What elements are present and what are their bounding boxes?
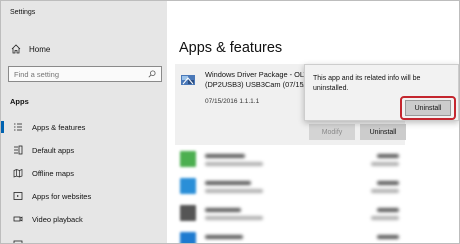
- blurred-app-name: [205, 181, 251, 185]
- sidebar-item-label: Apps for websites: [32, 191, 92, 201]
- blurred-size: [377, 208, 399, 212]
- settings-window: Settings Home Apps Apps & features Defa: [0, 0, 460, 244]
- page-title: Apps & features: [179, 40, 283, 56]
- partial-icon: [12, 240, 23, 243]
- video-icon: [12, 214, 23, 225]
- uninstall-button[interactable]: Uninstall: [360, 124, 406, 140]
- blurred-size: [377, 181, 399, 185]
- sidebar-item-video-playback[interactable]: Video playback: [1, 211, 167, 227]
- sidebar-item-default-apps[interactable]: Default apps: [1, 142, 167, 158]
- home-label: Home: [29, 44, 51, 54]
- app-tile-icon: [180, 151, 196, 167]
- blurred-app-name: [205, 235, 243, 239]
- list-item[interactable]: [175, 229, 405, 243]
- modify-button[interactable]: Modify: [309, 124, 355, 140]
- app-tile-icon: [180, 178, 196, 194]
- sidebar-item-offline-maps[interactable]: Offline maps: [1, 165, 167, 181]
- sidebar-item-label: Offline maps: [32, 168, 74, 178]
- section-heading-apps: Apps: [10, 97, 29, 106]
- sidebar-item-partial[interactable]: [1, 237, 167, 243]
- flyout-message: This app and its related info will be un…: [313, 75, 421, 92]
- app-tile-icon: [180, 205, 196, 221]
- confirm-uninstall-button[interactable]: Uninstall: [405, 100, 451, 116]
- driver-package-icon: [180, 72, 196, 88]
- app-tile-icon: [180, 232, 196, 243]
- search-input[interactable]: [14, 69, 147, 79]
- sidebar-item-label: Default apps: [32, 145, 75, 155]
- sidebar-item-label: Video playback: [32, 214, 83, 224]
- sidebar-item-apps-features[interactable]: Apps & features: [1, 119, 167, 135]
- sidebar: Settings Home Apps Apps & features Defa: [1, 1, 167, 243]
- blurred-publisher: [205, 216, 263, 220]
- home-nav-item[interactable]: Home: [10, 42, 50, 56]
- apps-list-icon: [12, 122, 23, 133]
- search-box[interactable]: [8, 66, 162, 82]
- window-title: Settings: [10, 9, 36, 16]
- main-content: Apps & features Windows Driver Package -…: [167, 1, 459, 243]
- blurred-publisher: [205, 189, 263, 193]
- app-version-date: 07/15/2016 1.1.1.1: [205, 98, 260, 105]
- web-apps-icon: [12, 191, 23, 202]
- home-icon: [10, 43, 22, 55]
- list-item[interactable]: [175, 175, 405, 199]
- default-apps-icon: [12, 145, 23, 156]
- search-icon: [147, 70, 156, 79]
- blurred-size: [377, 154, 399, 158]
- blurred-app-name: [205, 154, 245, 158]
- uninstall-confirmation-flyout: This app and its related info will be un…: [304, 64, 459, 121]
- blurred-publisher: [205, 162, 263, 166]
- highlight-outline: Uninstall: [400, 96, 456, 120]
- sidebar-item-apps-for-websites[interactable]: Apps for websites: [1, 188, 167, 204]
- blurred-date: [371, 216, 399, 220]
- blurred-size: [377, 235, 399, 239]
- map-icon: [12, 168, 23, 179]
- list-item[interactable]: [175, 202, 405, 226]
- blurred-date: [371, 189, 399, 193]
- blurred-app-name: [205, 208, 241, 212]
- list-item[interactable]: [175, 148, 405, 172]
- blurred-date: [371, 162, 399, 166]
- sidebar-item-label: Apps & features: [32, 122, 86, 132]
